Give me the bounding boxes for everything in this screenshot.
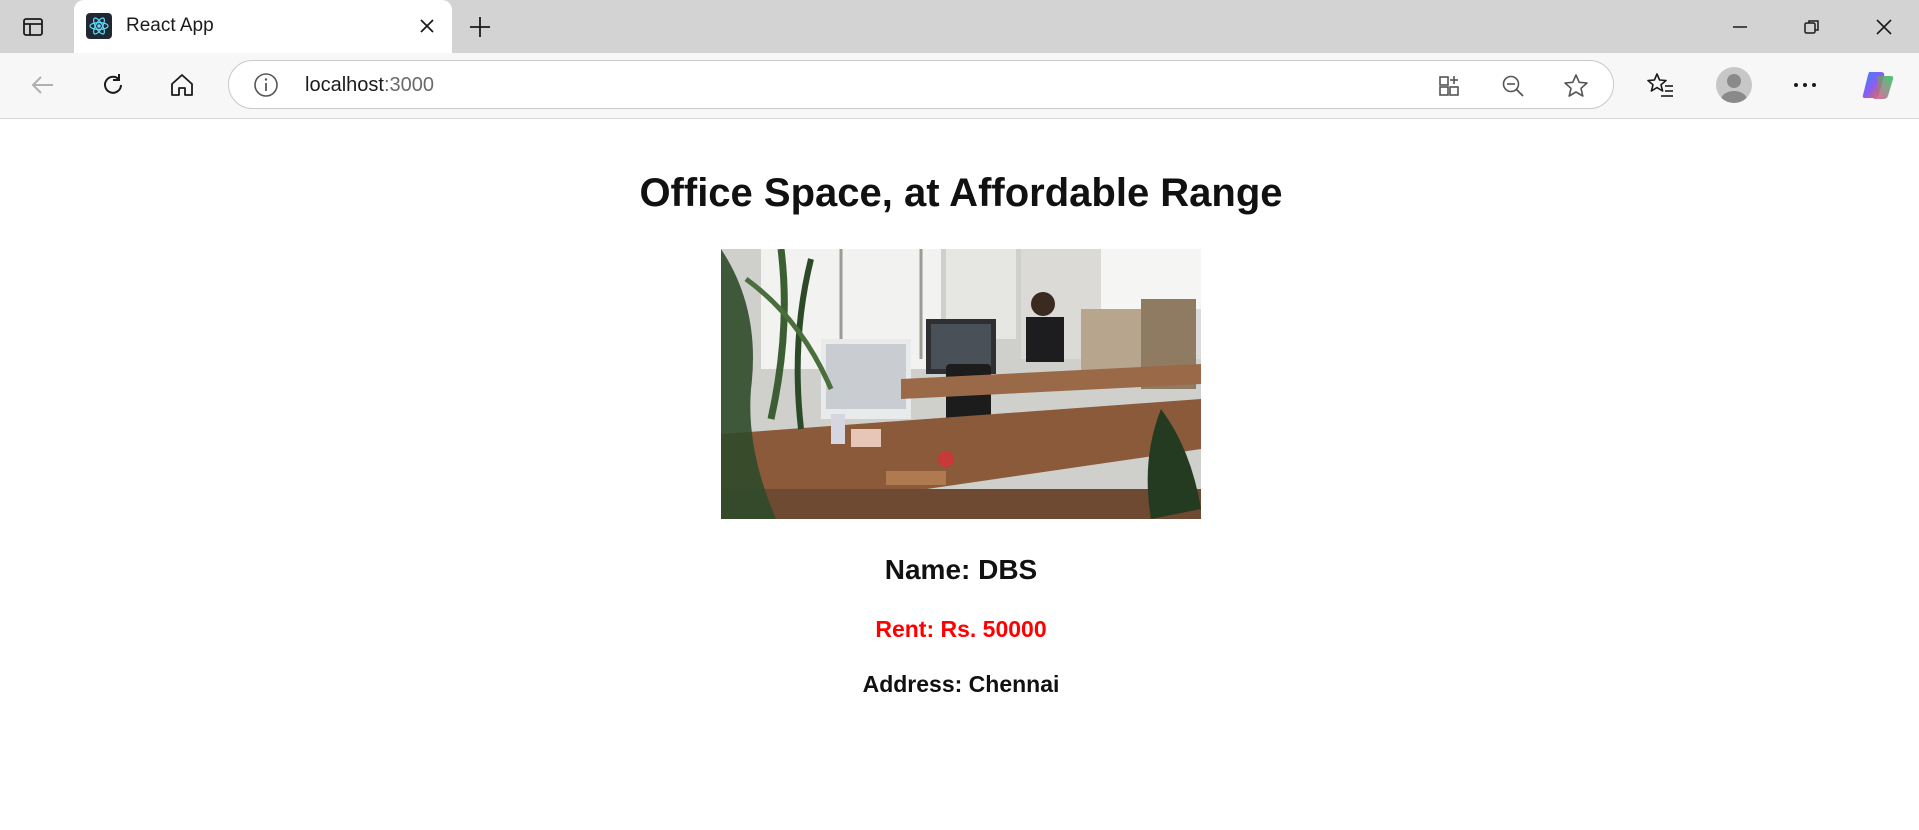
- browser-toolbar: localhost:3000: [0, 53, 1919, 119]
- address-host: localhost: [305, 74, 384, 96]
- restore-button[interactable]: [1792, 10, 1832, 44]
- page-title: Office Space, at Affordable Range: [639, 171, 1283, 215]
- tab-close-button[interactable]: [416, 15, 438, 37]
- window-close-button[interactable]: [1864, 10, 1904, 44]
- plus-icon: [470, 17, 490, 37]
- close-icon: [420, 19, 434, 33]
- page-viewport: Office Space, at Affordable Range Name: …: [0, 119, 1919, 830]
- user-icon: [1721, 74, 1747, 103]
- office-address: Address: Chennai: [862, 671, 1060, 697]
- office-name: Name: DBS: [884, 554, 1038, 585]
- copilot-button[interactable]: [1860, 67, 1896, 103]
- reload-button[interactable]: [95, 67, 131, 103]
- close-icon: [1876, 19, 1892, 35]
- more-button[interactable]: [1787, 67, 1823, 103]
- address-url[interactable]: localhost:3000: [305, 74, 434, 97]
- copilot-icon: [1862, 72, 1894, 99]
- browser-tab[interactable]: React App: [74, 0, 452, 53]
- back-button[interactable]: [25, 67, 61, 103]
- favorite-star-icon[interactable]: [1562, 72, 1590, 100]
- new-tab-button[interactable]: [466, 13, 494, 41]
- tab-actions-icon: [23, 18, 43, 36]
- tab-strip: React App: [0, 0, 1919, 53]
- minimize-icon: [1733, 26, 1747, 28]
- home-button[interactable]: [164, 67, 200, 103]
- arrow-left-icon: [31, 76, 53, 94]
- favorites-list-icon: [1647, 73, 1673, 97]
- app-available-icon[interactable]: [1436, 72, 1464, 100]
- zoom-out-icon[interactable]: [1499, 72, 1527, 100]
- more-dots-icon: [1794, 83, 1816, 87]
- office-photo: [721, 249, 1201, 519]
- reload-icon: [104, 74, 122, 94]
- address-port: :3000: [383, 74, 434, 96]
- minimize-button[interactable]: [1720, 10, 1760, 44]
- tab-title: React App: [126, 15, 214, 36]
- restore-icon: [1804, 20, 1819, 34]
- address-bar[interactable]: localhost:3000: [228, 60, 1614, 109]
- site-info-icon[interactable]: [253, 72, 279, 98]
- tab-actions-button[interactable]: [20, 14, 46, 40]
- react-logo-icon: [86, 13, 112, 39]
- office-rent: Rent: Rs. 50000: [875, 616, 1047, 642]
- home-icon: [171, 74, 193, 96]
- profile-avatar[interactable]: [1716, 67, 1752, 103]
- favorites-button[interactable]: [1643, 67, 1679, 103]
